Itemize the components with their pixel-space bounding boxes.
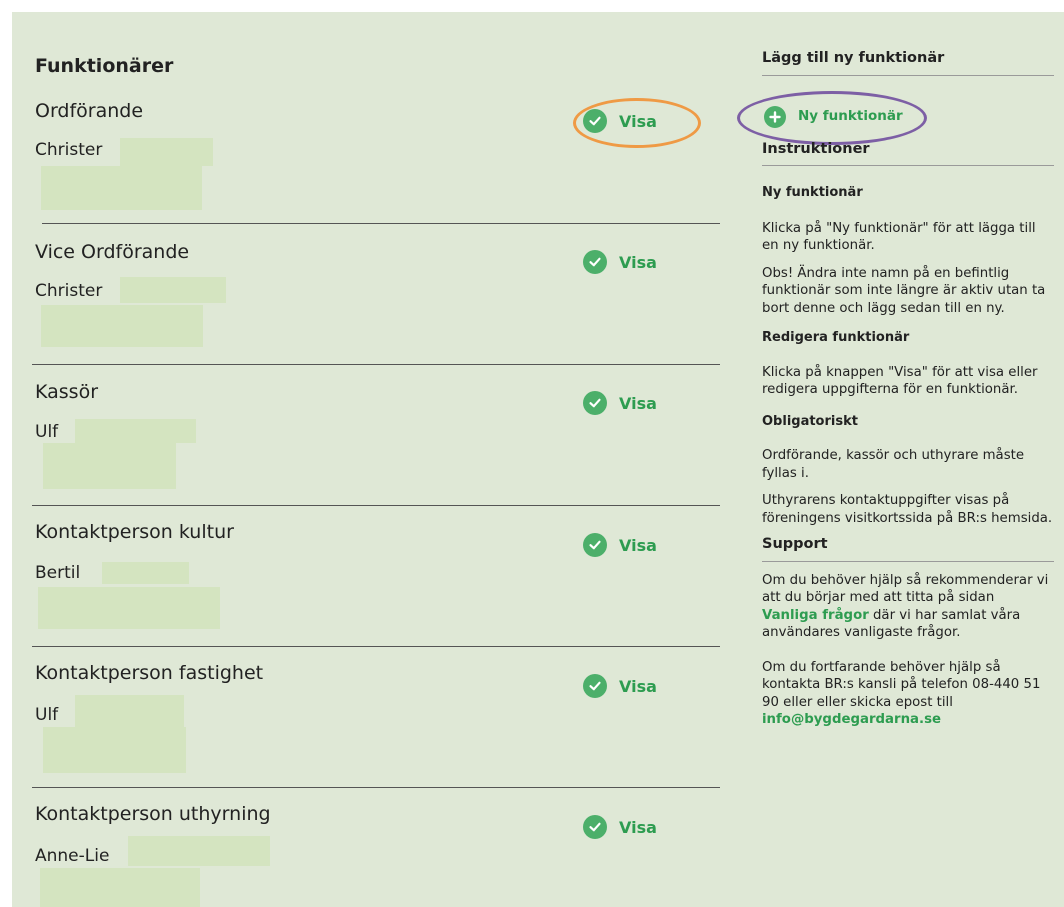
new-official-heading: Ny funktionär <box>762 185 863 200</box>
check-icon <box>583 250 607 274</box>
check-icon <box>583 674 607 698</box>
instruction-text: Ordförande, kassör och uthyrare måste fy… <box>762 448 1025 481</box>
new-official-label: Ny funktionär <box>798 107 903 124</box>
divider <box>42 223 720 224</box>
role-title: Vice Ordförande <box>35 241 190 263</box>
redacted-block <box>41 305 203 347</box>
support-text: Om du behöver hjälp så rekommenderar vi … <box>762 572 1054 642</box>
instruction-text: Klicka på "Ny funktionär" för att lägga … <box>762 220 1036 254</box>
role-title: Kontaktperson kultur <box>35 521 234 543</box>
support-text: Om du fortfarande behöver hjälp så konta… <box>762 659 1054 729</box>
person-name: Christer <box>35 140 103 160</box>
instruction-text: Klicka på knappen "Visa" för att visa el… <box>762 364 1038 398</box>
highlight-oval-visa <box>573 98 701 148</box>
redacted-block <box>75 419 196 443</box>
visa-label: Visa <box>619 393 657 413</box>
person-name: Christer <box>35 281 103 301</box>
person-name: Ulf <box>35 422 59 442</box>
redacted-block <box>120 277 226 303</box>
instruction-text: Uthyrarens kontaktuppgifter visas på för… <box>762 493 1053 526</box>
role-row: Kontaktperson fastighet Ulf Visa <box>32 662 720 788</box>
redacted-block <box>38 587 220 629</box>
redacted-block <box>43 727 186 773</box>
divider <box>32 505 720 506</box>
person-name: Ulf <box>35 705 59 725</box>
role-row: Kassör Ulf Visa <box>32 381 720 506</box>
role-title: Kontaktperson fastighet <box>35 662 264 684</box>
support-text-part: Om du behöver hjälp så rekommenderar vi … <box>762 572 1049 606</box>
role-title: Kontaktperson uthyrning <box>35 803 271 825</box>
redacted-block <box>41 166 202 210</box>
faq-link[interactable]: Vanliga frågor <box>762 608 869 623</box>
role-title: Kassör <box>35 381 99 403</box>
visa-label: Visa <box>619 817 657 837</box>
role-row: Kontaktperson kultur Bertil Visa <box>32 521 720 647</box>
redacted-block <box>40 868 200 907</box>
visa-button[interactable]: Visa <box>583 250 657 274</box>
role-row: Vice Ordförande Christer Visa <box>32 241 720 365</box>
visa-button[interactable]: Visa <box>583 674 657 698</box>
new-official-button[interactable]: Ny funktionär <box>764 105 1054 128</box>
redacted-block <box>102 562 189 584</box>
check-icon <box>583 815 607 839</box>
check-icon <box>583 533 607 557</box>
email-link[interactable]: info@bygdegardarna.se <box>762 712 941 727</box>
divider <box>32 787 720 788</box>
visa-button[interactable]: Visa <box>583 815 657 839</box>
divider <box>32 646 720 647</box>
redacted-block <box>128 836 270 866</box>
plus-icon <box>764 105 786 128</box>
check-icon <box>583 391 607 415</box>
person-name: Bertil <box>35 563 81 583</box>
page-title: Funktionärer <box>35 55 174 77</box>
edit-heading: Redigera funktionär <box>762 330 910 345</box>
visa-label: Visa <box>619 676 657 696</box>
visa-button[interactable]: Visa <box>583 391 657 415</box>
visa-label: Visa <box>619 252 657 272</box>
role-title: Ordförande <box>35 100 144 122</box>
visa-label: Visa <box>619 535 657 555</box>
redacted-block <box>75 695 184 727</box>
divider <box>32 364 720 365</box>
redacted-block <box>43 443 176 489</box>
sidebar: Lägg till ny funktionär Ny funktionär In… <box>762 50 1054 729</box>
redacted-block <box>120 138 213 166</box>
required-heading: Obligatoriskt <box>762 413 858 429</box>
role-row: Kontaktperson uthyrning Anne-Lie Visa <box>35 803 715 907</box>
visa-button[interactable]: Visa <box>583 533 657 557</box>
instructions-heading: Instruktioner <box>762 141 1054 166</box>
add-heading: Lägg till ny funktionär <box>762 50 1054 76</box>
support-text-part: Om du fortfarande behöver hjälp så konta… <box>762 659 1041 710</box>
support-heading: Support <box>762 536 1054 562</box>
instruction-text: Obs! Ändra inte namn på en befintlig fun… <box>762 265 1046 316</box>
person-name: Anne-Lie <box>35 846 110 866</box>
